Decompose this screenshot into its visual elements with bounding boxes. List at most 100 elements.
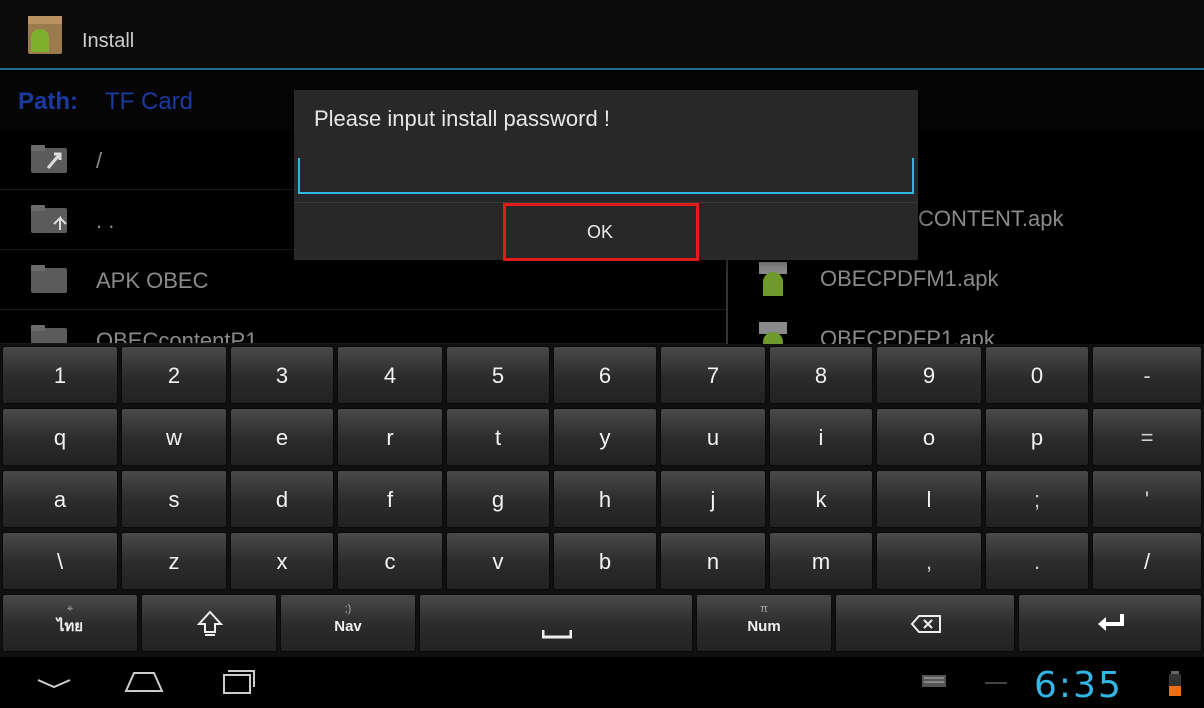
apk-row[interactable]: OBECPDFP1.apk (728, 310, 1204, 344)
apk-name: OBECPDFP1.apk (820, 326, 995, 344)
num-key[interactable]: π Num (696, 594, 832, 652)
key[interactable]: 1 (2, 346, 118, 404)
nav-key[interactable]: ;) Nav (280, 594, 416, 652)
folder-parent-icon (31, 205, 67, 233)
action-bar: Install (0, 0, 1204, 70)
ok-button[interactable]: OK (504, 204, 696, 260)
nav-key-hint: ;) (344, 603, 352, 615)
key[interactable]: h (553, 470, 657, 528)
key[interactable]: 3 (230, 346, 334, 404)
enter-key[interactable] (1018, 594, 1202, 652)
key[interactable]: i (769, 408, 873, 466)
key[interactable]: \ (2, 532, 118, 590)
key[interactable]: m (769, 532, 873, 590)
android-package-icon (28, 16, 62, 54)
key[interactable]: ; (985, 470, 1089, 528)
shift-icon (197, 610, 223, 636)
folder-up-icon (31, 145, 67, 173)
key[interactable]: o (876, 408, 982, 466)
key[interactable]: 8 (769, 346, 873, 404)
navigation-bar: 6:35 (0, 657, 1204, 708)
clock: 6:35 (1034, 665, 1123, 706)
key[interactable]: x (230, 532, 334, 590)
key[interactable]: p (985, 408, 1089, 466)
key[interactable]: y (553, 408, 657, 466)
shift-key[interactable] (141, 594, 277, 652)
path-value[interactable]: TF Card (105, 88, 193, 116)
password-input[interactable] (298, 158, 914, 194)
globe-icon: ⌖ (66, 603, 74, 615)
keyboard-row-qwerty: q w e r t y u i o p = (0, 406, 1204, 468)
soft-keyboard: 1 2 3 4 5 6 7 8 9 0 - q w e r t y u i o … (0, 344, 1204, 657)
back-icon[interactable] (34, 667, 74, 697)
keyboard-row-bottom: ⌖ ไทย ;) Nav π Num (0, 592, 1204, 654)
dialog-divider (294, 202, 918, 203)
key[interactable]: s (121, 470, 227, 528)
app-title: Install (82, 30, 135, 52)
key[interactable]: 9 (876, 346, 982, 404)
apk-name: CONTENT.apk (918, 206, 1064, 231)
key[interactable]: z (121, 532, 227, 590)
key[interactable]: 2 (121, 346, 227, 404)
apk-name: OBECPDFM1.apk (820, 266, 999, 291)
keyboard-icon[interactable] (920, 671, 950, 691)
keyboard-row-asdf: a s d f g h j k l ; ' (0, 468, 1204, 530)
key[interactable]: w (121, 408, 227, 466)
key[interactable]: q (2, 408, 118, 466)
key[interactable]: 7 (660, 346, 766, 404)
android-package-icon (759, 322, 787, 344)
key[interactable]: - (1092, 346, 1202, 404)
key[interactable]: = (1092, 408, 1202, 466)
folder-icon (31, 265, 67, 293)
key[interactable]: b (553, 532, 657, 590)
folder-name: OBECcontentP1 (96, 328, 258, 344)
path-label: Path: (18, 88, 78, 115)
key[interactable]: u (660, 408, 766, 466)
enter-icon (1098, 614, 1124, 631)
password-dialog: Please input install password ! OK (294, 90, 918, 260)
key[interactable]: e (230, 408, 334, 466)
key[interactable]: r (337, 408, 443, 466)
language-key-label: ไทย (56, 618, 84, 635)
key[interactable]: , (876, 532, 982, 590)
num-key-hint: π (760, 603, 768, 615)
key[interactable]: a (2, 470, 118, 528)
key[interactable]: l (876, 470, 982, 528)
signal-indicator (985, 682, 1007, 684)
android-package-icon (759, 262, 787, 296)
keyboard-row-zxcv: \ z x c v b n m , . / (0, 530, 1204, 592)
key[interactable]: ' (1092, 470, 1202, 528)
key[interactable]: j (660, 470, 766, 528)
key[interactable]: 5 (446, 346, 550, 404)
key[interactable]: g (446, 470, 550, 528)
folder-icon (31, 325, 67, 343)
key[interactable]: / (1092, 532, 1202, 590)
key[interactable]: k (769, 470, 873, 528)
backspace-key[interactable] (835, 594, 1015, 652)
folder-name: . . (96, 208, 115, 233)
nav-key-label: Nav (334, 618, 362, 635)
file-row-obeccontent[interactable]: OBECcontentP1 (0, 310, 726, 344)
space-key[interactable] (419, 594, 693, 652)
key[interactable]: 4 (337, 346, 443, 404)
key[interactable]: . (985, 532, 1089, 590)
key[interactable]: f (337, 470, 443, 528)
num-key-label: Num (747, 618, 781, 635)
space-icon (542, 630, 572, 639)
key[interactable]: v (446, 532, 550, 590)
backspace-icon (910, 615, 941, 633)
folder-name: APK OBEC (96, 268, 209, 293)
home-icon[interactable] (124, 667, 164, 697)
key[interactable]: n (660, 532, 766, 590)
key[interactable]: 6 (553, 346, 657, 404)
key[interactable]: c (337, 532, 443, 590)
key[interactable]: 0 (985, 346, 1089, 404)
recent-apps-icon[interactable] (218, 667, 258, 697)
folder-name: / (96, 148, 103, 173)
keyboard-row-numbers: 1 2 3 4 5 6 7 8 9 0 - (0, 344, 1204, 406)
dialog-message: Please input install password ! (314, 106, 610, 131)
battery-icon (1169, 671, 1181, 696)
key[interactable]: d (230, 470, 334, 528)
language-key[interactable]: ⌖ ไทย (2, 594, 138, 652)
key[interactable]: t (446, 408, 550, 466)
